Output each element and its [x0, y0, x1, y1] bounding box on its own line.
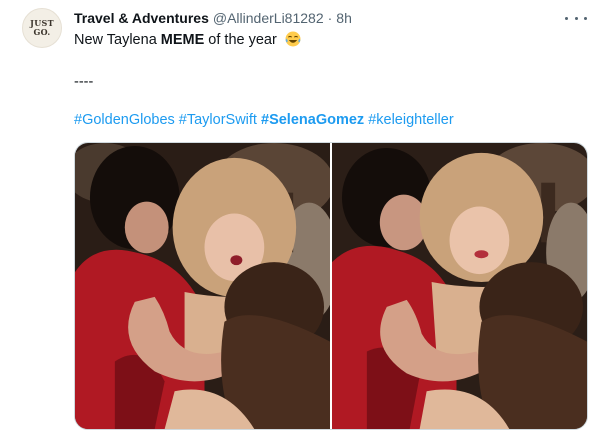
more-options-icon[interactable] [565, 9, 587, 27]
author-handle[interactable]: @AllinderLi81282 [213, 10, 324, 26]
more-dot [565, 16, 568, 20]
tweet-text-bold: MEME [160, 32, 205, 48]
tweet-header: Travel & Adventures @AllinderLi81282 · 8… [74, 9, 352, 27]
tweet-text-suffix: of the year [204, 32, 277, 48]
tweet-text-line-2: ---- [74, 74, 94, 90]
author-display-name[interactable]: Travel & Adventures [74, 10, 209, 26]
tweet-text-prefix: New Taylena [74, 32, 161, 48]
face-with-tears-of-joy-emoji [285, 31, 301, 47]
header-separator: · [327, 10, 333, 26]
tweet-photo-right[interactable] [332, 143, 587, 429]
avatar[interactable]: JUST GO. [22, 8, 62, 48]
more-dot [584, 16, 587, 20]
tweet-timestamp[interactable]: 8h [336, 10, 352, 26]
tweet-media-grid [74, 142, 588, 430]
hashtag-keleighteller[interactable]: #keleighteller [368, 112, 453, 128]
more-dot [574, 16, 578, 20]
avatar-text-line2: GO. [33, 27, 51, 37]
tweet-text-line-1: New Taylena MEME of the year [74, 31, 301, 49]
hashtag-golden-globes[interactable]: #GoldenGlobes [74, 112, 175, 128]
tweet-hashtags: #GoldenGlobes #TaylorSwift #SelenaGomez … [74, 111, 454, 129]
tweet-photo-left[interactable] [75, 143, 330, 429]
hashtag-taylor-swift[interactable]: #TaylorSwift [179, 112, 257, 128]
tweet-card[interactable]: JUST GO. Travel & Adventures @AllinderLi… [0, 0, 593, 436]
hashtag-selena-gomez[interactable]: #SelenaGomez [261, 112, 364, 128]
